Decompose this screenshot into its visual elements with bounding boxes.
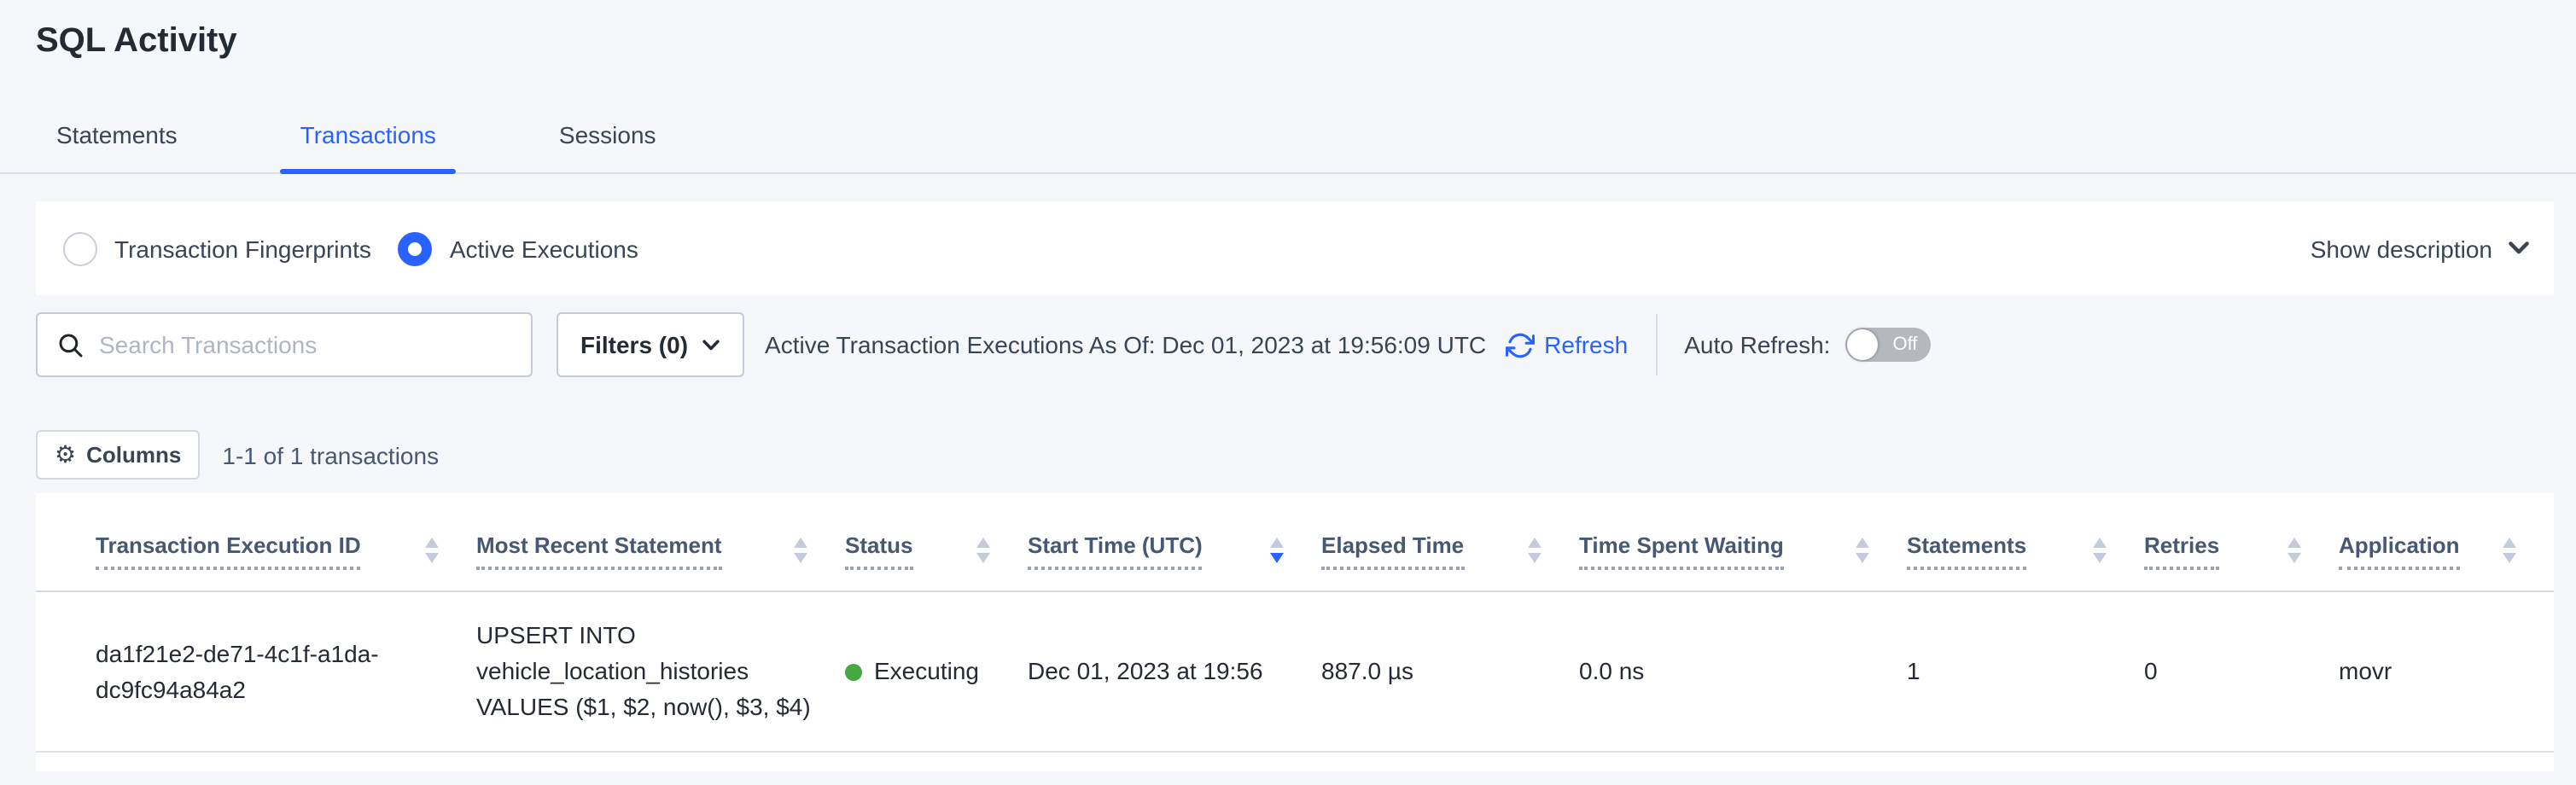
refresh-label: Refresh xyxy=(1544,331,1628,358)
sort-icon xyxy=(2503,538,2516,563)
cell-most-recent-statement: UPSERT INTO vehicle_location_histories V… xyxy=(476,591,845,752)
table-header-row: Transaction Execution ID Most Recent Sta… xyxy=(36,493,2554,591)
table-controls: ⚙ Columns 1-1 of 1 transactions xyxy=(36,430,2576,480)
search-input[interactable] xyxy=(99,331,514,358)
column-header-most-recent-statement[interactable]: Most Recent Statement xyxy=(476,493,845,591)
column-header-statements[interactable]: Statements xyxy=(1907,493,2144,591)
tab-bar: Statements Transactions Sessions xyxy=(0,121,2576,174)
cell-status: Executing xyxy=(845,591,1028,752)
columns-button-label: Columns xyxy=(86,442,181,468)
column-header-time-spent-waiting[interactable]: Time Spent Waiting xyxy=(1579,493,1907,591)
filters-label: Filters (0) xyxy=(580,331,688,358)
refresh-button[interactable]: Refresh xyxy=(1505,330,1628,359)
tab-transactions[interactable]: Transactions xyxy=(280,121,457,172)
cell-transaction-execution-id: da1f21e2-de71-4c1f-a1da-dc9fc94a84a2 xyxy=(36,591,476,752)
sort-icon xyxy=(794,538,807,563)
auto-refresh-toggle[interactable]: Off xyxy=(1845,328,1931,362)
toolbar-divider xyxy=(1655,314,1657,375)
cell-elapsed-time: 887.0 µs xyxy=(1321,591,1579,752)
radio-transaction-fingerprints[interactable]: Transaction Fingerprints xyxy=(63,231,371,265)
filters-button[interactable]: Filters (0) xyxy=(557,312,744,377)
refresh-icon xyxy=(1505,330,1534,359)
show-description-toggle[interactable]: Show description xyxy=(2311,235,2530,262)
cell-statements: 1 xyxy=(1907,591,2144,752)
radio-label: Transaction Fingerprints xyxy=(114,235,371,262)
sort-icon xyxy=(1528,538,1542,563)
column-header-transaction-execution-id[interactable]: Transaction Execution ID xyxy=(36,493,476,591)
sort-icon xyxy=(2288,538,2301,563)
sort-icon xyxy=(976,538,990,563)
view-mode-panel: Transaction Fingerprints Active Executio… xyxy=(36,201,2554,295)
cell-retries: 0 xyxy=(2144,591,2339,752)
cell-time-spent-waiting: 0.0 ns xyxy=(1579,591,1907,752)
column-header-application[interactable]: Application xyxy=(2339,493,2554,591)
sql-activity-page: SQL Activity Statements Transactions Ses… xyxy=(0,0,2576,785)
status-label: Executing xyxy=(874,654,979,689)
auto-refresh-label: Auto Refresh: xyxy=(1684,331,1830,358)
results-count: 1-1 of 1 transactions xyxy=(222,441,439,468)
page-title: SQL Activity xyxy=(0,0,2576,61)
cell-start-time: Dec 01, 2023 at 19:56 xyxy=(1028,591,1321,752)
search-box xyxy=(36,312,533,377)
sort-icon xyxy=(1856,538,1869,563)
column-header-retries[interactable]: Retries xyxy=(2144,493,2339,591)
column-header-start-time[interactable]: Start Time (UTC) xyxy=(1028,493,1321,591)
transactions-table: Transaction Execution ID Most Recent Sta… xyxy=(36,493,2554,753)
toggle-knob-icon xyxy=(1847,329,1878,360)
chevron-down-icon xyxy=(2508,241,2530,256)
toggle-state-label: Off xyxy=(1892,328,1917,362)
gear-icon: ⚙ xyxy=(55,441,76,468)
toolbar: Filters (0) Active Transaction Execution… xyxy=(36,312,2554,377)
search-icon xyxy=(58,332,84,358)
view-mode-radio-group: Transaction Fingerprints Active Executio… xyxy=(63,231,638,265)
columns-button[interactable]: ⚙ Columns xyxy=(36,430,200,480)
tab-sessions[interactable]: Sessions xyxy=(539,121,677,172)
sort-icon xyxy=(425,538,439,563)
as-of-timestamp: Active Transaction Executions As Of: Dec… xyxy=(765,331,1486,358)
table-row: da1f21e2-de71-4c1f-a1da-dc9fc94a84a2 UPS… xyxy=(36,591,2554,752)
transactions-table-panel: Transaction Execution ID Most Recent Sta… xyxy=(36,493,2554,771)
chevron-down-icon xyxy=(702,339,720,351)
show-description-label: Show description xyxy=(2311,235,2492,262)
radio-icon xyxy=(399,231,433,265)
radio-icon xyxy=(63,231,97,265)
radio-active-executions[interactable]: Active Executions xyxy=(399,231,638,265)
cell-application: movr xyxy=(2339,591,2554,752)
column-header-elapsed-time[interactable]: Elapsed Time xyxy=(1321,493,1579,591)
sort-icon xyxy=(1270,538,1284,563)
sort-icon xyxy=(2093,538,2107,563)
radio-label: Active Executions xyxy=(450,235,638,262)
status-executing-dot-icon xyxy=(845,663,862,680)
column-header-status[interactable]: Status xyxy=(845,493,1028,591)
tab-statements[interactable]: Statements xyxy=(36,121,198,172)
